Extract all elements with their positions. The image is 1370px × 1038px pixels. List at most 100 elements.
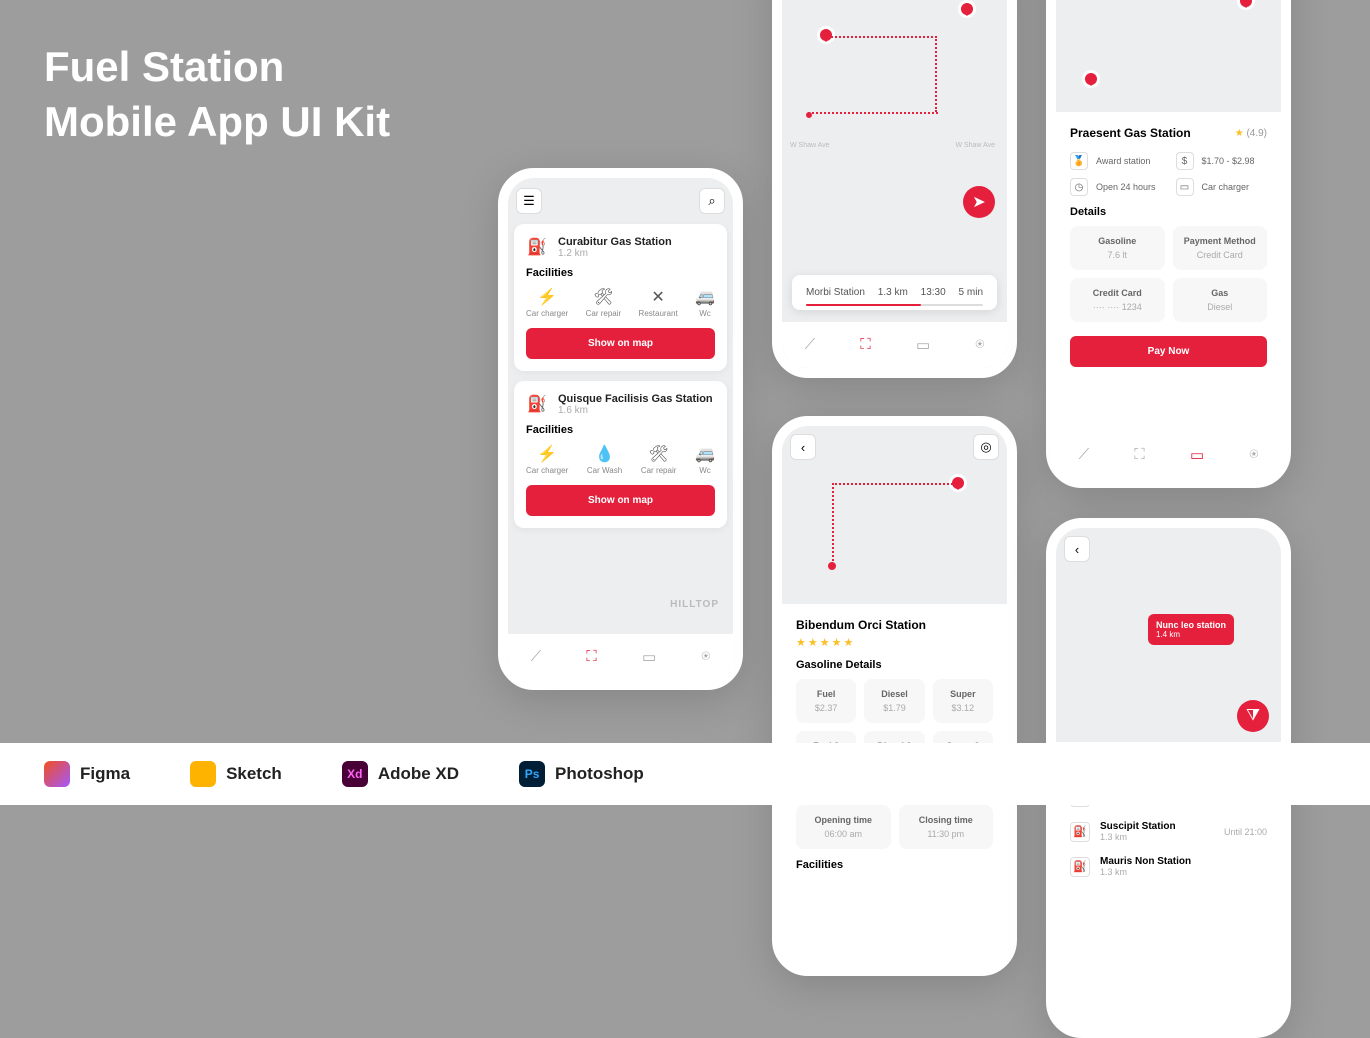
info-price: $$1.70 - $2.98: [1176, 152, 1268, 170]
nav-map-icon[interactable]: ⛶: [1134, 446, 1145, 464]
menu-button[interactable]: ☰: [516, 188, 542, 214]
tool-ps: PsPhotoshop: [519, 761, 644, 787]
nav-map-icon[interactable]: ⛶: [860, 336, 871, 354]
station-name: Quisque Facilisis Gas Station: [558, 393, 713, 405]
nav-card-icon[interactable]: ▭: [642, 648, 656, 666]
facility-item: 🚐Wc: [695, 444, 715, 475]
station-map-preview[interactable]: ‹ ◎: [782, 426, 1007, 604]
tool-sketch: Sketch: [190, 761, 282, 787]
wc-icon: 🚐: [695, 444, 715, 464]
restaurant-icon: ✕: [639, 287, 678, 307]
facilities-label: Facilities: [526, 267, 715, 279]
details-section-title: Details: [1070, 206, 1267, 218]
station-distance: 1.2 km: [558, 248, 672, 259]
navigate-button[interactable]: ➤: [963, 186, 995, 218]
map-preview[interactable]: ‹ Nunc leo station 1.4 km ⧩: [1056, 528, 1281, 742]
callout-distance: 1.4 km: [1156, 630, 1226, 639]
nearby-station-item[interactable]: ⛽ Mauris Non Station1.3 km: [1070, 856, 1267, 877]
pump-icon: ⛽: [526, 393, 548, 415]
detail-tile[interactable]: Gasoline7.6 lt: [1070, 226, 1165, 270]
clock-icon: ◷: [1070, 178, 1088, 196]
station-card[interactable]: ⛽ Quisque Facilisis Gas Station 1.6 km F…: [514, 381, 727, 528]
repair-icon: 🛠: [586, 287, 622, 307]
bottom-nav: ⟋ ⛶ ▭ ⍟: [782, 322, 1007, 368]
nav-card-icon[interactable]: ▭: [1190, 446, 1204, 464]
bottom-nav: ⟋ ⛶ ▭ ⍟: [508, 634, 733, 680]
screen-route: W Sierra Ave W Shaw Ave W Shaw Ave ➤ Mor…: [772, 0, 1017, 378]
fuel-tile[interactable]: Fuel$2.37: [796, 679, 856, 723]
pump-icon: ⛽: [1070, 857, 1090, 877]
filter-button[interactable]: ⧩: [1237, 700, 1269, 732]
repair-icon: 🛠: [641, 444, 677, 464]
hours-tile: Opening time06:00 am: [796, 805, 891, 849]
show-on-map-button[interactable]: Show on map: [526, 485, 715, 516]
map-area-label: HILLTOP: [670, 599, 719, 610]
gasoline-section-title: Gasoline Details: [796, 659, 993, 671]
facility-item: 💧Car Wash: [587, 444, 622, 475]
search-button[interactable]: ⌕: [699, 188, 725, 214]
callout-name: Nunc leo station: [1156, 620, 1226, 630]
wc-icon: 🚐: [695, 287, 715, 307]
facility-item: 🛠Car repair: [586, 287, 622, 318]
route-eta: 13:30: [921, 287, 946, 298]
screen-station-detail: ‹ ⇪ Praesent Gas Station ★ (4.9) 🏅Award …: [1046, 0, 1291, 488]
facility-item: ✕Restaurant: [639, 287, 678, 318]
station-name: Praesent Gas Station: [1070, 126, 1191, 140]
nearby-hours: Until 21:00: [1224, 827, 1267, 837]
map-pin-icon: [1082, 70, 1100, 88]
charger-icon: ⚡: [526, 444, 568, 464]
rating-stars: ★★★★★: [796, 636, 993, 649]
tool-xd: XdAdobe XD: [342, 761, 459, 787]
facility-item: 🛠Car repair: [641, 444, 677, 475]
title-line-1: Fuel Station: [44, 40, 390, 95]
bottom-nav: ⟋ ⛶ ▭ ⍟: [1056, 432, 1281, 478]
nav-activity-icon[interactable]: ⟋: [531, 648, 542, 666]
nav-activity-icon[interactable]: ⟋: [1079, 446, 1090, 464]
pay-now-button[interactable]: Pay Now: [1070, 336, 1267, 367]
pump-icon: ⛽: [526, 236, 548, 258]
station-name: Bibendum Orci Station: [796, 618, 993, 632]
street-label: W Shaw Ave: [790, 142, 830, 149]
dollar-icon: $: [1176, 152, 1194, 170]
map-callout[interactable]: Nunc leo station 1.4 km: [1148, 614, 1234, 645]
facility-item: ⚡Car charger: [526, 287, 568, 318]
nav-activity-icon[interactable]: ⟋: [805, 336, 816, 354]
facility-item: ⚡Car charger: [526, 444, 568, 475]
figma-icon: [44, 761, 70, 787]
street-label: W Shaw Ave: [955, 142, 995, 149]
nav-card-icon[interactable]: ▭: [916, 336, 930, 354]
station-name: Curabitur Gas Station: [558, 236, 672, 248]
detail-tile[interactable]: Payment MethodCredit Card: [1173, 226, 1268, 270]
info-charger: ▭Car charger: [1176, 178, 1268, 196]
charger-icon: ▭: [1176, 178, 1194, 196]
award-icon: 🏅: [1070, 152, 1088, 170]
map-pin-icon: [1237, 0, 1255, 10]
nav-map-icon[interactable]: ⛶: [586, 648, 597, 666]
route-distance: 1.3 km: [878, 287, 908, 298]
station-map-preview[interactable]: [1056, 0, 1281, 112]
tool-figma: Figma: [44, 761, 130, 787]
fuel-tile[interactable]: Diesel$1.79: [864, 679, 924, 723]
nav-profile-icon[interactable]: ⍟: [975, 336, 984, 354]
detail-tile[interactable]: GasDiesel: [1173, 278, 1268, 322]
nearby-station-item[interactable]: ⛽ Suscipit Station1.3 km Until 21:00: [1070, 821, 1267, 842]
fuel-tile[interactable]: Super$3.12: [933, 679, 993, 723]
facility-item: 🚐Wc: [695, 287, 715, 318]
facilities-label: Facilities: [526, 424, 715, 436]
station-distance: 1.6 km: [558, 405, 713, 416]
back-button[interactable]: ‹: [1064, 536, 1090, 562]
route-station-name: Morbi Station: [806, 287, 865, 298]
map-pin-icon[interactable]: [958, 0, 976, 18]
screen-gasoline-details: ‹ ◎ Bibendum Orci Station ★★★★★ Gasoline…: [772, 416, 1017, 976]
station-card[interactable]: ⛽ Curabitur Gas Station 1.2 km Facilitie…: [514, 224, 727, 371]
star-icon: ★: [1235, 128, 1244, 139]
location-button[interactable]: ◎: [973, 434, 999, 460]
route-duration: 5 min: [959, 287, 983, 298]
back-button[interactable]: ‹: [790, 434, 816, 460]
nav-profile-icon[interactable]: ⍟: [701, 648, 710, 666]
tools-bar: Figma Sketch XdAdobe XD PsPhotoshop: [0, 743, 1370, 805]
nav-profile-icon[interactable]: ⍟: [1249, 446, 1258, 464]
detail-tile[interactable]: Credit Card···· ···· 1234: [1070, 278, 1165, 322]
show-on-map-button[interactable]: Show on map: [526, 328, 715, 359]
route-summary-card[interactable]: Morbi Station 1.3 km 13:30 5 min: [792, 275, 997, 310]
